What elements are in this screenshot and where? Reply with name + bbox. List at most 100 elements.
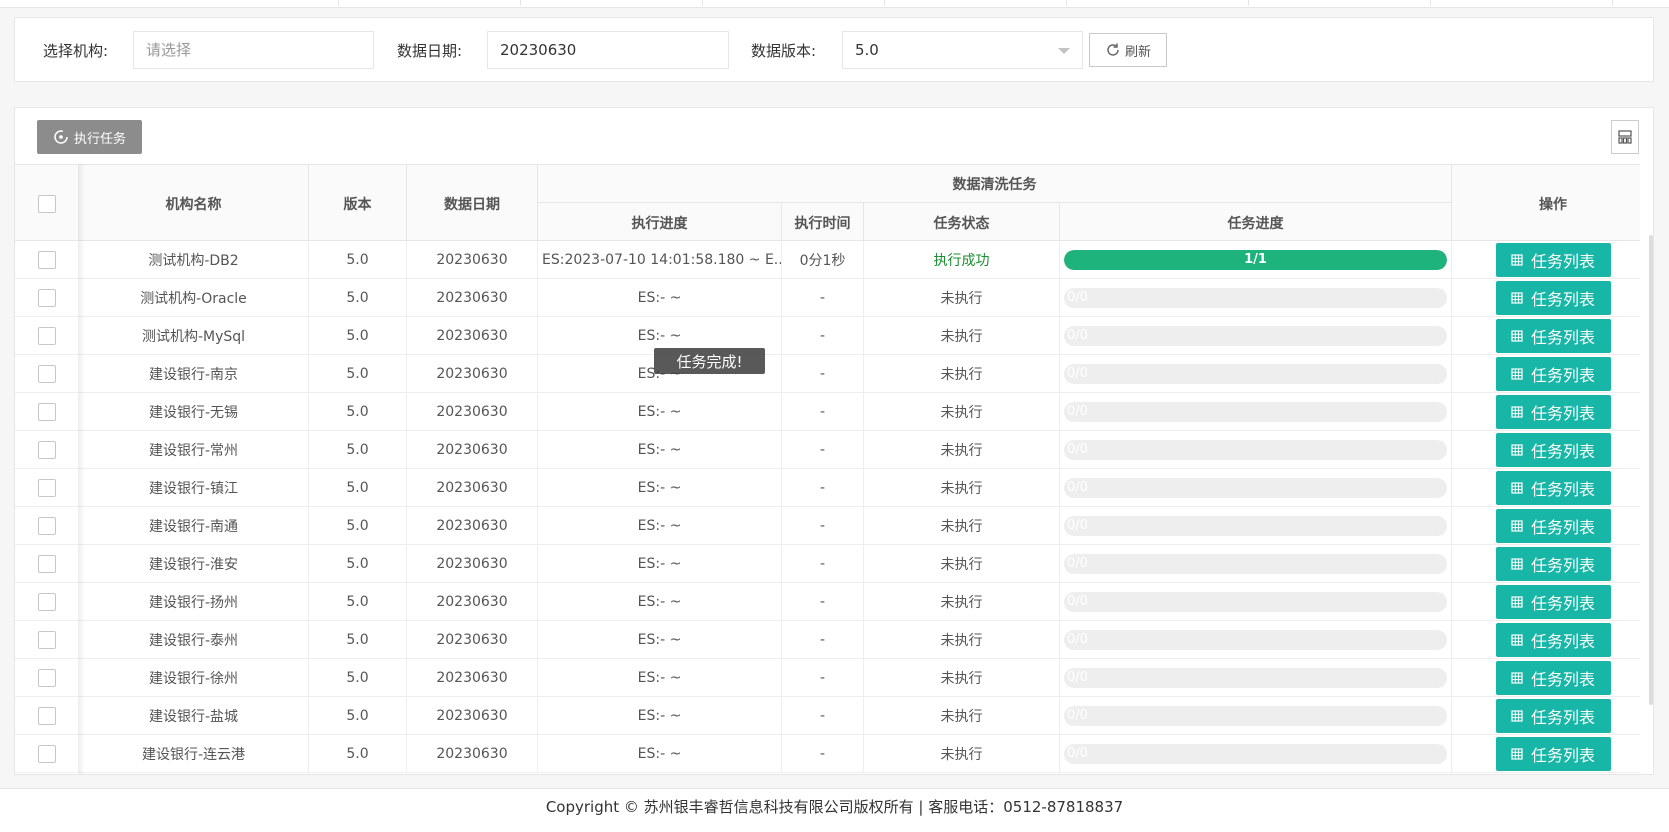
row-checkbox[interactable] [37, 327, 56, 345]
task-list-label: 任务列表 [1530, 328, 1595, 347]
task-list-label: 任务列表 [1530, 670, 1595, 689]
row-checkbox[interactable] [37, 403, 56, 421]
cell-date: 20230630 [407, 735, 538, 773]
task-list-button[interactable]: 任务列表 [1495, 547, 1611, 581]
task-list-button[interactable]: 任务列表 [1495, 623, 1611, 657]
header-version[interactable]: 版本 [309, 165, 407, 242]
header-org[interactable]: 机构名称 [79, 165, 309, 242]
cell-date: 20230630 [407, 355, 538, 393]
cell-exec-time: - [782, 355, 864, 393]
cell-org: 建设银行-南京 [79, 355, 309, 393]
task-list-button[interactable]: 任务列表 [1495, 281, 1611, 315]
table-icon [1511, 444, 1523, 456]
task-list-button[interactable]: 任务列表 [1495, 433, 1611, 467]
header-progress-text[interactable]: 执行进度 [538, 203, 782, 242]
row-checkbox[interactable] [37, 631, 56, 649]
columns-icon [1618, 130, 1632, 144]
task-progress-bar: 0/0 [1064, 554, 1447, 574]
row-checkbox[interactable] [37, 593, 56, 611]
task-list-button[interactable]: 任务列表 [1495, 661, 1611, 695]
task-list-button[interactable]: 任务列表 [1495, 243, 1611, 277]
row-checkbox[interactable] [37, 251, 56, 269]
cell-date: 20230630 [407, 279, 538, 317]
vertical-scrollbar[interactable] [1649, 235, 1653, 705]
task-list-button[interactable]: 任务列表 [1495, 319, 1611, 353]
table-row[interactable]: 建设银行-南京 5.0 20230630 ES:- ~ - 未执行 0/0 任务列表 [15, 355, 1640, 393]
task-list-button[interactable]: 任务列表 [1495, 585, 1611, 619]
select-all-checkbox[interactable] [37, 194, 56, 213]
table-icon [1511, 748, 1523, 760]
row-checkbox[interactable] [37, 555, 56, 573]
cell-exec-time: - [782, 735, 864, 773]
header-actions: 操作 [1539, 196, 1567, 213]
cell-status: 未执行 [864, 583, 1060, 621]
task-list-button[interactable]: 任务列表 [1495, 699, 1611, 733]
task-list-button[interactable]: 任务列表 [1495, 471, 1611, 505]
version-value: 5.0 [855, 41, 879, 59]
cell-progress-text: ES:2023-07-10 14:01:58.180 ~ E... [538, 241, 782, 279]
cell-version: 5.0 [309, 697, 407, 735]
cell-progress-text: ES:- ~ [538, 735, 782, 773]
task-list-button[interactable]: 任务列表 [1495, 357, 1611, 391]
cell-date: 20230630 [407, 545, 538, 583]
header-task-progress[interactable]: 任务进度 [1060, 203, 1452, 242]
table-row[interactable]: 测试机构-DB2 5.0 20230630 ES:2023-07-10 14:01:5… [15, 241, 1640, 279]
cell-progress-text: ES:- ~ [538, 431, 782, 469]
cell-exec-time: - [782, 507, 864, 545]
table-icon [1511, 482, 1523, 494]
header-status[interactable]: 任务状态 [864, 203, 1060, 242]
org-select[interactable]: 请选择 [133, 31, 374, 69]
task-list-label: 任务列表 [1530, 442, 1595, 461]
execute-task-label: 执行任务 [73, 131, 126, 147]
table-row[interactable]: 建设银行-徐州 5.0 20230630 ES:- ~ - 未执行 0/0 任务列表 [15, 659, 1640, 697]
header-date[interactable]: 数据日期 [407, 165, 538, 242]
row-checkbox[interactable] [37, 441, 56, 459]
table-row[interactable]: 建设银行-连云港 5.0 20230630 ES:- ~ - 未执行 0/0 任务列表 [15, 735, 1640, 773]
row-checkbox[interactable] [37, 517, 56, 535]
task-list-button[interactable]: 任务列表 [1495, 395, 1611, 429]
task-list-label: 任务列表 [1530, 708, 1595, 727]
filter-bar: 选择机构: 请选择 数据日期: 20230630 数据版本: 5.0 刷新 [14, 17, 1654, 82]
table-row[interactable]: 建设银行-镇江 5.0 20230630 ES:- ~ - 未执行 0/0 任务列表 [15, 469, 1640, 507]
table-body: 测试机构-DB2 5.0 20230630 ES:2023-07-10 14:01:5… [15, 241, 1640, 773]
table-row[interactable]: 测试机构-MySql 5.0 20230630 ES:- ~ - 未执行 0/0 任务列表 [15, 317, 1640, 355]
task-progress-bar: 0/0 [1064, 592, 1447, 612]
date-input[interactable]: 20230630 [487, 31, 729, 69]
task-progress-bar: 0/0 [1064, 630, 1447, 650]
header-exec-time[interactable]: 执行时间 [782, 203, 864, 242]
row-checkbox[interactable] [37, 479, 56, 497]
table-row[interactable]: 建设银行-泰州 5.0 20230630 ES:- ~ - 未执行 0/0 任务列表 [15, 621, 1640, 659]
cell-org: 建设银行-南通 [79, 507, 309, 545]
task-list-button[interactable]: 任务列表 [1495, 737, 1611, 771]
cell-exec-time: 0分1秒 [782, 241, 864, 279]
cell-date: 20230630 [407, 507, 538, 545]
cell-version: 5.0 [309, 393, 407, 431]
refresh-button[interactable]: 刷新 [1089, 33, 1167, 67]
progress-label: 0/0 [1067, 670, 1088, 685]
row-checkbox[interactable] [37, 707, 56, 725]
table-icon [1511, 634, 1523, 646]
table-row[interactable]: 建设银行-常州 5.0 20230630 ES:- ~ - 未执行 0/0 任务列表 [15, 431, 1640, 469]
row-checkbox[interactable] [37, 745, 56, 763]
cell-progress-text: ES:- ~ [538, 469, 782, 507]
cell-date: 20230630 [407, 659, 538, 697]
table-icon [1511, 520, 1523, 532]
table-row[interactable]: 建设银行-淮安 5.0 20230630 ES:- ~ - 未执行 0/0 任务列表 [15, 545, 1640, 583]
task-list-button[interactable]: 任务列表 [1495, 509, 1611, 543]
row-checkbox[interactable] [37, 289, 56, 307]
cell-date: 20230630 [407, 241, 538, 279]
progress-label: 0/0 [1067, 480, 1088, 495]
table-row[interactable]: 建设银行-盐城 5.0 20230630 ES:- ~ - 未执行 0/0 任务列表 [15, 697, 1640, 735]
column-settings-button[interactable] [1611, 120, 1639, 154]
table-row[interactable]: 测试机构-Oracle 5.0 20230630 ES:- ~ - 未执行 0/0 任务列表 [15, 279, 1640, 317]
row-checkbox[interactable] [37, 669, 56, 687]
cell-version: 5.0 [309, 355, 407, 393]
execute-task-button[interactable]: 执行任务 [37, 120, 142, 154]
progress-label: 0/0 [1067, 442, 1088, 457]
row-checkbox[interactable] [37, 365, 56, 383]
table-row[interactable]: 建设银行-扬州 5.0 20230630 ES:- ~ - 未执行 0/0 任务列表 [15, 583, 1640, 621]
table-row[interactable]: 建设银行-无锡 5.0 20230630 ES:- ~ - 未执行 0/0 任务列表 [15, 393, 1640, 431]
table-row[interactable]: 建设银行-南通 5.0 20230630 ES:- ~ - 未执行 0/0 任务列表 [15, 507, 1640, 545]
version-select[interactable]: 5.0 [842, 31, 1083, 69]
cell-exec-time: - [782, 431, 864, 469]
